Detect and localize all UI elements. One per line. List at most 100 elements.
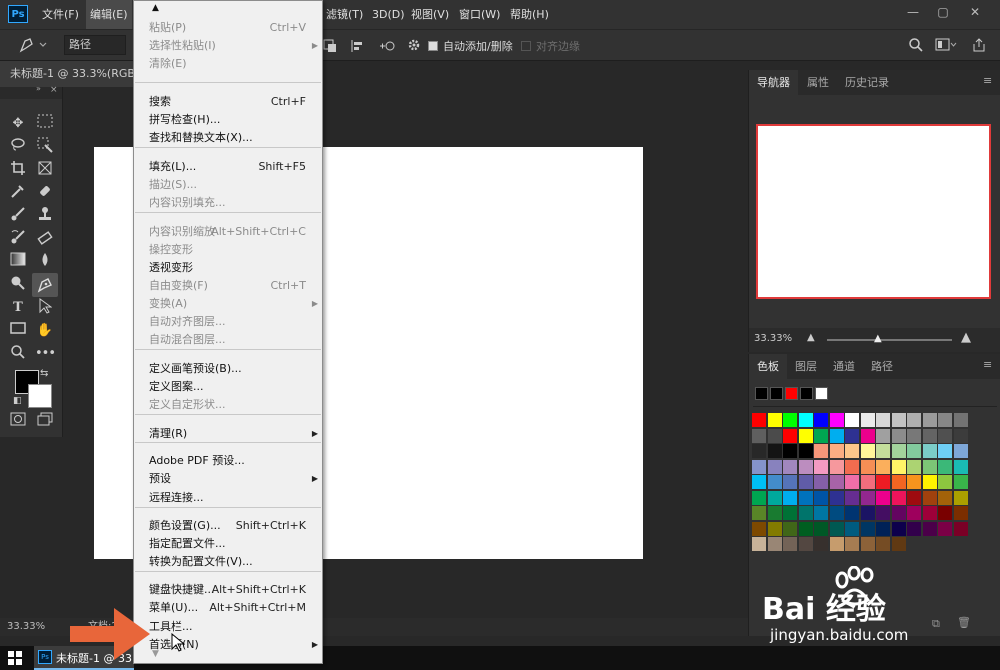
tab-paths[interactable]: 路径 [863,354,901,379]
color-swatch[interactable] [907,413,921,427]
color-swatch[interactable] [752,475,766,489]
menu-window[interactable]: 窗口(W) [455,0,504,29]
color-swatch[interactable] [953,444,968,458]
type-tool-icon[interactable]: T [7,298,29,318]
color-swatch[interactable] [860,428,875,443]
color-swatch[interactable] [767,459,782,474]
eraser-tool-icon[interactable] [34,229,56,249]
color-swatch[interactable] [829,475,844,489]
color-swatch[interactable] [860,521,875,536]
color-swatch[interactable] [829,444,844,458]
color-swatch[interactable] [860,444,875,458]
color-swatch[interactable] [891,537,906,551]
color-swatch[interactable] [752,490,766,505]
color-swatch[interactable] [767,490,782,505]
color-swatch[interactable] [798,475,813,489]
zoom-in-icon[interactable]: ▲ [961,330,971,345]
color-swatch[interactable] [953,475,968,489]
color-swatch[interactable] [876,506,890,520]
gradient-tool-icon[interactable] [7,252,29,272]
edit-menu-item[interactable]: 工具栏... [134,618,322,636]
color-swatch[interactable] [953,506,968,520]
zoom-out-icon[interactable]: ▲ [807,332,815,343]
edit-menu-item[interactable]: 搜索 Ctrl+F [134,93,322,111]
zoom-tool-icon[interactable] [7,344,29,364]
color-swatch[interactable] [814,521,828,536]
color-swatch[interactable] [938,428,952,443]
color-swatch[interactable] [767,428,782,443]
color-swatch[interactable] [783,475,797,489]
default-colors-icon[interactable]: ◧ [13,396,22,406]
color-swatch[interactable] [845,475,859,489]
color-swatch[interactable] [891,490,906,505]
color-swatch[interactable] [876,490,890,505]
color-swatch[interactable] [767,444,782,458]
panel-menu-icon[interactable]: ≡ [983,74,992,87]
color-swatch[interactable] [891,521,906,536]
color-swatch[interactable] [953,521,968,536]
edit-menu-item[interactable]: 远程连接... [134,489,322,507]
color-swatch[interactable] [938,413,952,427]
color-swatch[interactable] [798,444,813,458]
color-swatch[interactable] [829,521,844,536]
color-swatch[interactable] [922,506,937,520]
tab-layers[interactable]: 图层 [787,354,825,379]
recent-swatch[interactable] [800,387,813,400]
gear-icon[interactable] [407,38,421,55]
color-swatch[interactable] [767,475,782,489]
edit-menu-item[interactable]: Adobe PDF 预设... [134,452,322,470]
color-swatch[interactable] [845,444,859,458]
color-swatch[interactable] [767,506,782,520]
color-swatch[interactable] [907,444,921,458]
navigator-preview[interactable] [756,124,991,299]
path-arrange-icon[interactable] [378,38,396,57]
edit-menu-item[interactable]: 清理(R) ▶ [134,425,322,443]
edit-menu-item[interactable]: 菜单(U)... Alt+Shift+Ctrl+M [134,599,322,617]
color-swatch[interactable] [953,428,968,443]
color-swatch[interactable] [783,506,797,520]
windows-start-icon[interactable] [8,651,22,668]
color-swatch[interactable] [783,521,797,536]
color-swatch[interactable] [814,444,828,458]
color-swatch[interactable] [814,428,828,443]
color-swatch[interactable] [938,490,952,505]
color-swatch[interactable] [829,413,844,427]
marquee-tool-icon[interactable] [34,114,56,134]
edit-menu-item[interactable]: 定义画笔预设(B)... [134,360,322,378]
close-button[interactable]: ✕ [962,2,988,22]
quick-mask-icon[interactable] [7,412,29,432]
tab-properties[interactable]: 属性 [799,70,837,95]
color-swatch[interactable] [922,521,937,536]
color-swatch[interactable] [845,413,859,427]
color-swatch[interactable] [829,490,844,505]
history-brush-tool-icon[interactable] [7,229,29,249]
move-tool-icon[interactable]: ✥ [7,114,29,134]
dodge-tool-icon[interactable] [7,275,29,295]
color-swatch[interactable] [907,521,921,536]
collapse-icon[interactable]: » [36,84,41,93]
background-color-swatch[interactable] [28,384,52,408]
color-swatch[interactable] [845,459,859,474]
color-swatch[interactable] [752,537,766,551]
swap-colors-icon[interactable]: ⇆ [40,368,48,379]
color-swatch[interactable] [938,506,952,520]
menu-filter[interactable]: 滤镜(T) [322,0,367,29]
path-mode-select[interactable]: 路径 [64,35,126,55]
color-swatch[interactable] [860,506,875,520]
navigator-zoom[interactable]: 33.33% [754,333,792,344]
edit-menu-item[interactable]: 键盘快捷键... Alt+Shift+Ctrl+K [134,581,322,599]
path-select-tool-icon[interactable] [34,298,56,318]
color-swatch[interactable] [798,413,813,427]
recent-swatch[interactable] [815,387,828,400]
color-swatch[interactable] [845,506,859,520]
color-swatch[interactable] [938,475,952,489]
color-swatch[interactable] [938,444,952,458]
quick-select-tool-icon[interactable] [34,137,56,157]
recent-swatch[interactable] [755,387,768,400]
color-swatch[interactable] [922,490,937,505]
color-swatch[interactable] [938,521,952,536]
color-swatch[interactable] [767,537,782,551]
color-swatch[interactable] [907,475,921,489]
color-swatch[interactable] [922,413,937,427]
color-swatch[interactable] [814,459,828,474]
